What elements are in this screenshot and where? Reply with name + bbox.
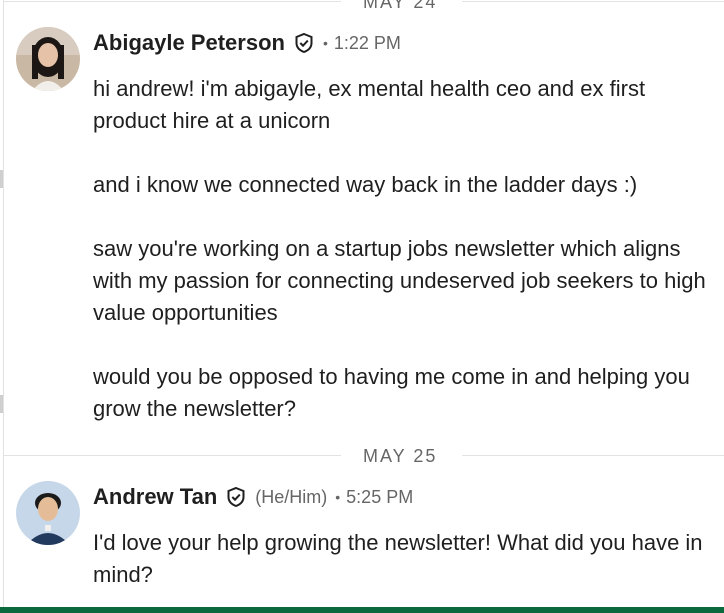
shield-check-icon	[293, 32, 315, 54]
message-paragraph: and i know we connected way back in the …	[93, 172, 638, 197]
shield-check-icon	[225, 486, 247, 508]
separator-dot: •	[335, 489, 341, 505]
divider-line	[462, 1, 724, 2]
message-paragraph: saw you're working on a startup jobs new…	[93, 236, 706, 325]
message-item: Andrew Tan (He/Him) • 5:25 PM I'd love y…	[16, 481, 706, 601]
date-separator: MAY 25	[0, 446, 724, 466]
message-paragraph: hi andrew! i'm abigayle, ex mental healt…	[93, 76, 646, 133]
date-label: MAY 25	[363, 446, 438, 466]
left-edge-marker	[0, 395, 3, 413]
message-paragraph: would you be opposed to having me come i…	[93, 364, 690, 421]
message-item: Abigayle Peterson • 1:22 PM hi andrew! i…	[16, 27, 706, 427]
divider-line	[3, 455, 341, 456]
left-edge-marker	[0, 170, 3, 188]
avatar[interactable]	[16, 481, 80, 545]
sender-name[interactable]: Abigayle Peterson	[93, 30, 285, 56]
separator-dot: •	[322, 35, 328, 51]
message-header: Andrew Tan (He/Him) • 5:25 PM	[93, 481, 413, 513]
message-paragraph: I'd love your help growing the newslette…	[93, 530, 703, 587]
date-label: MAY 24	[363, 0, 438, 12]
avatar[interactable]	[16, 27, 80, 91]
date-separator: MAY 24	[0, 0, 724, 12]
message-header: Abigayle Peterson • 1:22 PM	[93, 27, 401, 59]
composer-focus-bar	[0, 607, 724, 613]
message-time: 1:22 PM	[333, 32, 401, 53]
sender-pronouns: (He/Him)	[255, 486, 328, 507]
message-time: 5:25 PM	[346, 486, 414, 507]
divider-line	[3, 1, 341, 2]
left-panel-edge	[0, 0, 4, 613]
sender-name[interactable]: Andrew Tan	[93, 484, 217, 510]
divider-line	[462, 455, 724, 456]
